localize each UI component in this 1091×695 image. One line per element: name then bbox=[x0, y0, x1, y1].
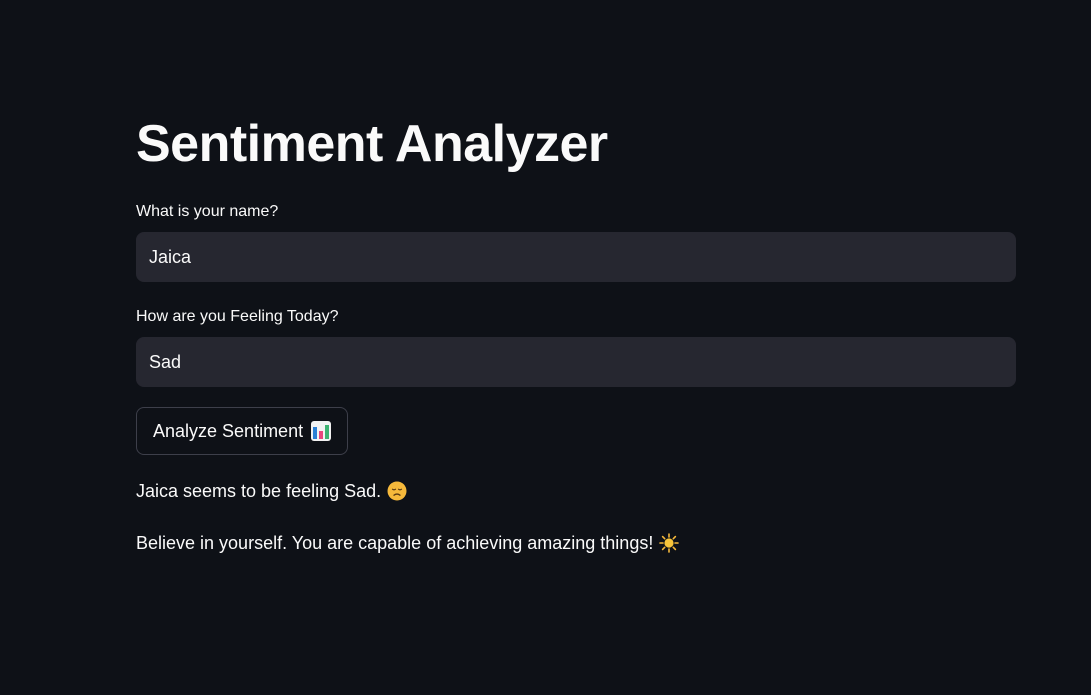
encouragement-result: Believe in yourself. You are capable of … bbox=[136, 531, 680, 555]
sad-face-icon bbox=[387, 481, 407, 501]
feeling-input[interactable] bbox=[136, 337, 1016, 387]
feeling-field-label: How are you Feeling Today? bbox=[136, 308, 339, 325]
sentiment-result: Jaica seems to be feeling Sad. bbox=[136, 479, 407, 503]
encouragement-result-text: Believe in yourself. You are capable of … bbox=[136, 533, 654, 553]
page-title: Sentiment Analyzer bbox=[136, 115, 608, 173]
name-field-label: What is your name? bbox=[136, 203, 279, 220]
sun-icon bbox=[659, 533, 680, 553]
sentiment-result-text: Jaica seems to be feeling Sad. bbox=[136, 481, 382, 501]
name-input[interactable] bbox=[136, 232, 1016, 282]
analyze-sentiment-button-label: Analyze Sentiment bbox=[153, 420, 304, 441]
analyze-sentiment-button[interactable]: Analyze Sentiment bbox=[136, 407, 349, 455]
bar-chart-icon bbox=[311, 421, 332, 441]
